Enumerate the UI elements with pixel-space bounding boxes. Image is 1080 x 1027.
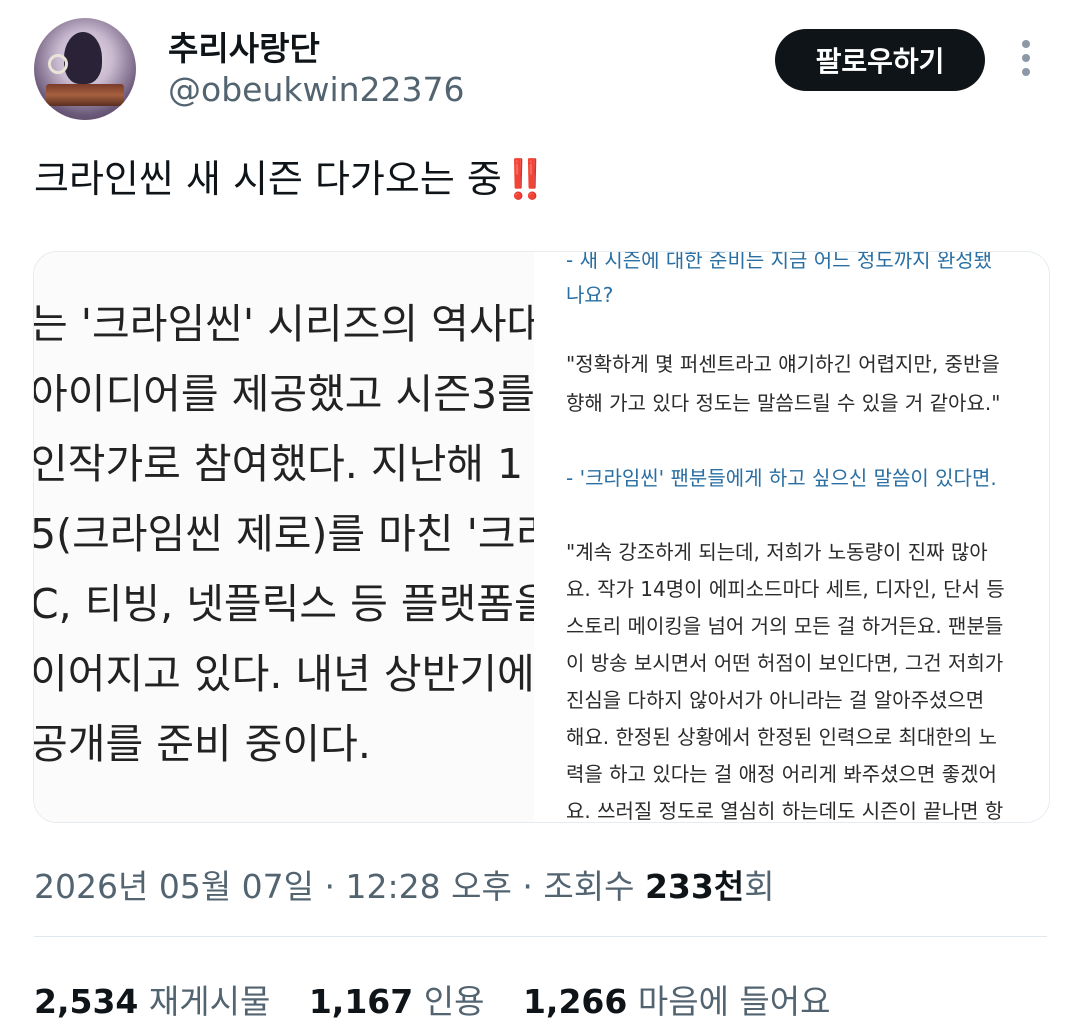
interview-line: 요. 쓰러질 정도로 열심히 하는데도 시즌이 끝나면 항	[566, 799, 1004, 822]
magnifier-icon	[48, 54, 68, 74]
media-attachment[interactable]: 는 '크라임씬' 시리즈의 역사대 아이디어를 제공했고 시즌3를 인작가로 참…	[33, 251, 1050, 823]
views-label: 조회수	[543, 867, 635, 906]
interview-line: "정확하게 몇 퍼센트라고 얘기하긴 어렵지만, 중반을	[566, 352, 1000, 376]
likes-count: 1,266	[522, 982, 628, 1021]
interview-line: - 새 시즌에 대한 준비는 지금 어느 정도까지 완성됐	[566, 252, 993, 272]
interview-line: 진심을 다하지 않아서가 아니라는 걸 알아주셨으면	[566, 688, 985, 712]
interview-line: 스토리 메이킹을 넘어 거의 모든 걸 하거든요. 팬분들	[566, 614, 1004, 638]
engagement-stats: 2,534 재게시물 1,167 인용 1,266 마음에 들어요	[34, 975, 831, 1023]
tweet-body: 크라인씬 새 시즌 다가오는 중	[34, 157, 502, 201]
tweet-text: 크라인씬 새 시즌 다가오는 중‼️	[34, 148, 549, 203]
article-line: 인작가로 참여했다. 지난해 1	[34, 440, 524, 488]
interview-line: "계속 강조하게 되는데, 저희가 노동량이 진짜 많아	[566, 540, 988, 564]
media-image-right[interactable]: - 새 시즌에 대한 준비는 지금 어느 정도까지 완성됐 나요? "정확하게 …	[546, 252, 1049, 822]
interview-line: 요. 작가 14명이 에피소드마다 세트, 디자인, 단서 등	[566, 577, 1005, 601]
follow-button[interactable]: 팔로우하기	[775, 29, 985, 91]
article-line: 는 '크라임씬' 시리즈의 역사대	[34, 300, 534, 348]
interview-line: 이 방송 보시면서 어떤 허점이 보인다면, 그건 저희가	[566, 651, 1004, 675]
author-display-name[interactable]: 추리사랑단	[168, 22, 320, 70]
likes-stat[interactable]: 1,266 마음에 들어요	[523, 982, 831, 1021]
interview-line: 력을 하고 있다는 걸 애정 어리게 봐주셨으면 좋겠어	[566, 762, 997, 786]
books-icon	[46, 84, 124, 106]
reposts-stat[interactable]: 2,534 재게시물	[34, 982, 270, 1021]
meta-dot: ·	[522, 867, 533, 906]
interview-line: - '크라임씬' 팬분들에게 하고 싶으신 말씀이 있다면.	[566, 466, 997, 490]
quotes-label: 인용	[423, 982, 485, 1021]
likes-label: 마음에 들어요	[637, 982, 831, 1021]
divider	[34, 936, 1047, 937]
interview-line: 해요. 한정된 상황에서 한정된 인력으로 최대한의 노	[566, 725, 997, 749]
reposts-label: 재게시물	[148, 982, 271, 1021]
views-count: 233천	[644, 867, 745, 906]
views-suffix: 회	[744, 867, 775, 906]
media-divider	[534, 252, 546, 822]
article-line: 공개를 준비 중이다.	[34, 720, 371, 768]
interview-line: 나요?	[566, 283, 614, 307]
detective-silhouette-icon	[64, 32, 102, 84]
meta-dot: ·	[324, 867, 336, 906]
author-handle[interactable]: @obeukwin22376	[168, 70, 465, 109]
media-image-left[interactable]: 는 '크라임씬' 시리즈의 역사대 아이디어를 제공했고 시즌3를 인작가로 참…	[34, 252, 534, 822]
reposts-count: 2,534	[34, 982, 139, 1021]
quotes-count: 1,167	[308, 982, 414, 1021]
more-options-icon[interactable]	[1016, 40, 1036, 80]
interview-line: 향해 가고 있다 정도는 말씀드릴 수 있을 거 같아요."	[566, 391, 1001, 415]
avatar[interactable]	[34, 18, 136, 120]
tweet-meta: 2026년 05월 07일 · 12:28 오후 · 조회수 233천회	[34, 860, 775, 908]
post-date[interactable]: 2026년 05월 07일	[34, 867, 314, 906]
article-line: C, 티빙, 넷플릭스 등 플랫폼을	[34, 580, 534, 628]
article-line: 아이디어를 제공했고 시즌3를	[34, 370, 534, 418]
double-exclamation-emoji: ‼️	[501, 157, 549, 201]
quotes-stat[interactable]: 1,167 인용	[309, 982, 485, 1021]
post-time[interactable]: 12:28 오후	[346, 867, 512, 906]
article-line: 이어지고 있다. 내년 상반기에	[34, 650, 534, 698]
article-line: 5(크라임씬 제로)를 마친 '크리	[34, 510, 534, 558]
